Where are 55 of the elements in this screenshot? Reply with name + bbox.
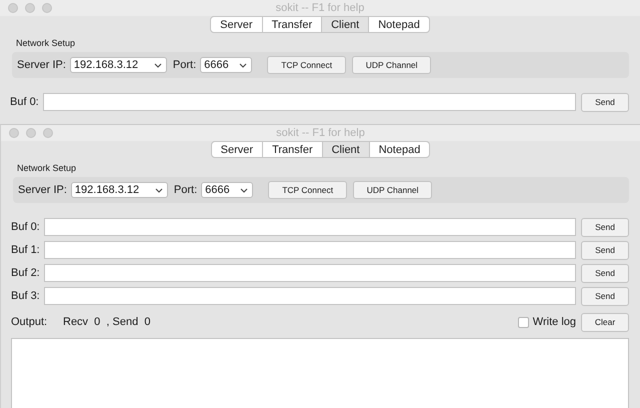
- port-label: Port:: [172, 59, 196, 71]
- minimize-button[interactable]: [26, 128, 36, 138]
- buffer-label: Buf 0:: [11, 221, 41, 233]
- server-ip-label: Server IP:: [17, 59, 66, 71]
- group-label: Network Setup: [17, 163, 78, 173]
- tab[interactable]: Notepad: [369, 16, 430, 33]
- chevron-icon: [154, 188, 163, 192]
- buffer-field[interactable]: [44, 264, 576, 282]
- chevron-icon: [154, 62, 162, 68]
- server-ip-combo[interactable]: 192.168.3.12: [70, 182, 168, 198]
- tab[interactable]: Server: [210, 16, 263, 33]
- tab[interactable]: Client: [322, 141, 370, 158]
- output-area[interactable]: [11, 338, 629, 408]
- send-button[interactable]: Send: [581, 286, 629, 306]
- buffer-label: Buf 3:: [11, 290, 41, 302]
- zoom-button[interactable]: [43, 128, 53, 138]
- close-button[interactable]: [8, 3, 18, 13]
- buffer-field[interactable]: [43, 93, 576, 111]
- buffer-label: Buf 2:: [11, 267, 41, 279]
- buffer-label: Buf 1:: [11, 244, 41, 256]
- buffer-field[interactable]: [44, 287, 576, 305]
- send-button[interactable]: Send: [581, 240, 629, 260]
- send-button[interactable]: Send: [581, 92, 629, 112]
- zoom-button[interactable]: [42, 3, 52, 13]
- clear-button[interactable]: Clear: [581, 312, 629, 332]
- write-log-checkbox[interactable]: [518, 316, 529, 328]
- tab[interactable]: Server: [210, 141, 264, 158]
- connect-button[interactable]: TCP Connect: [267, 56, 346, 74]
- write-log-label: Write log: [532, 316, 576, 328]
- chevron-icon: [240, 188, 248, 192]
- buffer-field[interactable]: [44, 218, 576, 236]
- tab[interactable]: Client: [322, 16, 370, 33]
- connect-button[interactable]: UDP Channel: [353, 181, 432, 199]
- window-title: sokit -- F1 for help: [276, 2, 364, 14]
- buffer-label: Buf 0:: [10, 96, 40, 108]
- group-label: Network Setup: [16, 38, 76, 48]
- chevron-icon: [239, 62, 248, 68]
- connect-button[interactable]: UDP Channel: [352, 56, 432, 74]
- traffic-counts: Recv 0 , Send 0: [63, 316, 150, 328]
- connect-button[interactable]: TCP Connect: [268, 181, 348, 199]
- server-ip-combo[interactable]: 192.168.3.12: [70, 57, 167, 73]
- minimize-button[interactable]: [25, 3, 35, 13]
- buffer-field[interactable]: [44, 241, 576, 259]
- output-label: Output:: [11, 316, 48, 328]
- send-button[interactable]: Send: [581, 218, 629, 236]
- port-combo[interactable]: 6666: [200, 57, 252, 73]
- close-button[interactable]: [9, 128, 19, 138]
- port-label: Port:: [174, 184, 198, 196]
- tab[interactable]: Transfer: [262, 16, 322, 33]
- send-button[interactable]: Send: [581, 264, 629, 282]
- server-ip-label: Server IP:: [18, 184, 67, 196]
- window-title: sokit -- F1 for help: [276, 127, 365, 139]
- port-combo[interactable]: 6666: [201, 182, 254, 198]
- tab[interactable]: Notepad: [370, 141, 430, 158]
- tab[interactable]: Transfer: [263, 141, 323, 158]
